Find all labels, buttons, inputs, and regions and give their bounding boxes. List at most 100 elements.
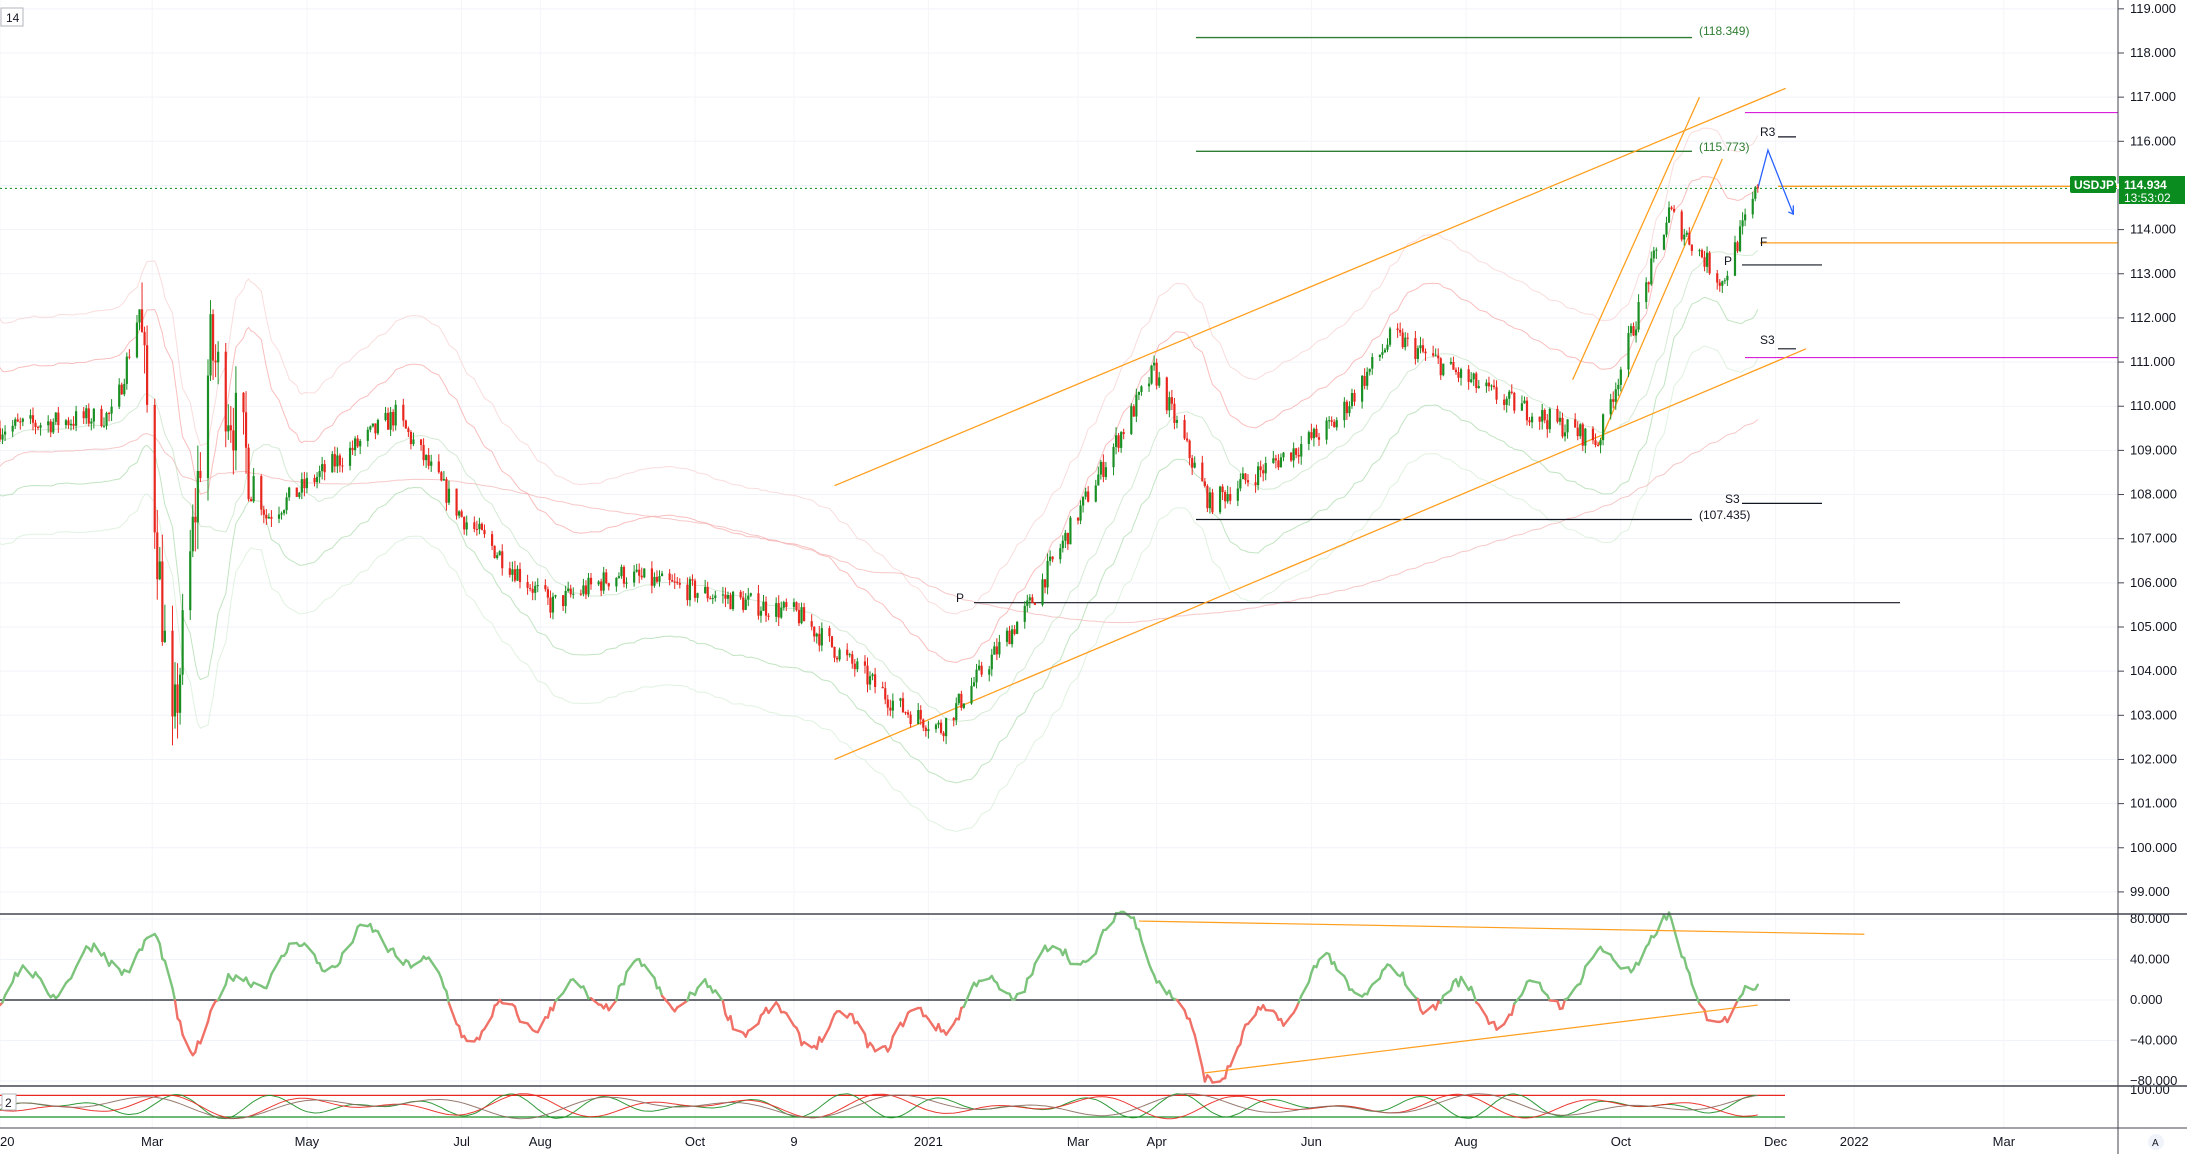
time-tick-label: Mar: [141, 1134, 164, 1149]
candle-body: [767, 615, 770, 617]
candle-body: [52, 421, 55, 433]
candle-body: [430, 461, 433, 466]
candle-body: [1175, 419, 1179, 423]
candle-body: [498, 551, 501, 556]
candle-body: [688, 579, 692, 601]
candle-body: [1662, 234, 1666, 250]
candle-body: [1059, 548, 1062, 560]
candle-body: [1279, 457, 1283, 468]
candle-body: [1274, 458, 1277, 461]
candle-body: [1363, 375, 1366, 386]
candle-body: [229, 425, 232, 431]
time-tick-label: Oct: [1611, 1134, 1632, 1149]
candle-body: [1069, 517, 1072, 545]
candle-body: [39, 425, 42, 428]
candle-body: [1574, 419, 1577, 428]
candle-body: [1084, 491, 1087, 497]
candle-body: [962, 703, 965, 708]
candle-body: [939, 722, 943, 733]
candle-body: [209, 314, 212, 376]
candle-body: [282, 510, 286, 514]
candle-body: [1008, 630, 1011, 645]
candle-body: [1475, 373, 1478, 389]
candle-body: [1010, 629, 1014, 645]
candle-body: [1432, 353, 1435, 356]
candle-body: [1188, 440, 1191, 459]
candle-body: [1087, 491, 1090, 502]
candle-body: [1378, 354, 1381, 358]
candle-body: [711, 597, 714, 599]
candle-body: [1043, 579, 1047, 588]
candle-body: [1665, 222, 1668, 235]
candle-body: [1282, 452, 1285, 458]
candle-body: [797, 610, 801, 624]
candle-body: [1257, 466, 1260, 486]
candle-body: [313, 477, 316, 483]
candle-body: [1566, 419, 1569, 433]
candle-body: [780, 607, 783, 618]
candle-body: [333, 454, 336, 467]
candle-body: [1328, 420, 1331, 422]
candle-body: [1751, 198, 1754, 215]
candle-body: [1368, 368, 1371, 372]
candle-body: [1726, 275, 1729, 281]
candle-body: [584, 585, 588, 595]
candle-body: [990, 654, 993, 670]
candle-body: [582, 585, 585, 594]
candle-body: [1031, 597, 1034, 603]
candle-body: [1508, 391, 1511, 399]
candle-body: [764, 601, 768, 616]
chart-canvas[interactable]: 119.000118.000117.000116.000115.000114.0…: [0, 0, 2187, 1154]
candle-body: [1733, 242, 1737, 276]
candle-body: [1637, 301, 1640, 330]
candle-body: [835, 657, 839, 660]
candle-body: [265, 514, 268, 519]
candle-body: [625, 582, 628, 584]
candle-body: [1081, 496, 1085, 506]
candle-body: [425, 455, 428, 461]
time-tick-label: Jun: [1301, 1134, 1322, 1149]
candle-body: [1026, 600, 1029, 606]
candle-body: [483, 529, 486, 535]
candle-body: [295, 487, 298, 497]
candle-body: [338, 455, 341, 466]
s3-label-lower: S3: [1725, 492, 1740, 506]
candle-body: [587, 577, 590, 595]
candle-body: [1459, 369, 1463, 378]
candle-body: [1596, 444, 1600, 446]
candle-body: [1576, 427, 1579, 437]
candle-body: [1594, 440, 1597, 445]
candle-body: [1584, 428, 1587, 446]
candle-body: [49, 421, 52, 433]
candle-body: [21, 418, 24, 422]
candle-body: [85, 408, 88, 419]
candle-body: [267, 516, 270, 519]
candle-body: [531, 588, 534, 593]
candle-body: [650, 568, 653, 586]
pivot-label-left: P: [956, 591, 964, 605]
candle-body: [191, 516, 194, 552]
candle-body: [617, 576, 621, 578]
candle-body: [980, 665, 983, 675]
candle-body: [72, 423, 75, 426]
candle-body: [156, 532, 159, 580]
candle-body: [747, 595, 750, 600]
candle-body: [1335, 420, 1338, 428]
candle-body: [140, 309, 144, 333]
candle-body: [1528, 420, 1531, 423]
candle-body: [1510, 391, 1513, 393]
candle-body: [635, 569, 638, 572]
candle-body: [731, 591, 735, 610]
candle-body: [562, 595, 565, 607]
candle-body: [838, 649, 841, 660]
candle-body: [1680, 211, 1683, 240]
candle-body: [1206, 486, 1209, 509]
candle-body: [419, 439, 423, 445]
candle-body: [143, 332, 146, 346]
candle-body: [622, 566, 626, 584]
candle-body: [128, 356, 131, 358]
interval-badge-label: 14: [6, 11, 20, 25]
candle-body: [871, 674, 874, 677]
candle-body: [1487, 382, 1491, 387]
candle-body: [402, 404, 405, 421]
